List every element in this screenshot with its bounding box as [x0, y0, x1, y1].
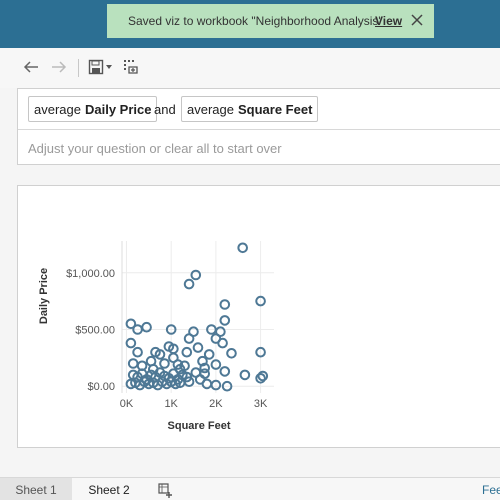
question-input-placeholder[interactable]: Adjust your question or clear all to sta… — [28, 141, 282, 156]
scatter-point[interactable] — [181, 346, 193, 358]
duplicate-viz-icon[interactable] — [122, 57, 140, 77]
pill-prefix: average — [187, 101, 234, 117]
query-pill-square-feet[interactable]: average Square Feet — [181, 96, 319, 122]
scatter-point[interactable] — [257, 370, 269, 382]
scatter-point[interactable] — [237, 242, 248, 254]
x-tick-label: 3K — [254, 398, 268, 410]
save-toast: Saved viz to workbook "Neighborhood Anal… — [107, 4, 434, 38]
scatter-point[interactable] — [127, 358, 139, 369]
scatter-point[interactable] — [226, 348, 237, 359]
new-sheet-icon[interactable] — [156, 480, 174, 500]
scatter-point[interactable] — [141, 321, 152, 333]
query-pill-daily-price[interactable]: average Daily Price — [28, 96, 158, 122]
scatter-point[interactable] — [217, 337, 228, 349]
pill-field: Square Feet — [237, 101, 313, 117]
toast-message: Saved viz to workbook "Neighborhood Anal… — [128, 14, 383, 28]
tab-sheet-1[interactable]: Sheet 1 — [0, 478, 72, 500]
top-bar: Saved viz to workbook "Neighborhood Anal… — [0, 0, 500, 48]
y-axis-ticks: $0.00 $500.00 $1,000.00 — [66, 268, 115, 393]
scatter-point[interactable] — [168, 352, 179, 364]
scatter-point[interactable] — [159, 358, 170, 369]
y-tick-label: $500.00 — [75, 324, 115, 336]
x-axis-title: Square Feet — [168, 420, 231, 432]
close-icon[interactable] — [409, 12, 425, 28]
x-tick-label: 0K — [120, 398, 134, 410]
scatter-chart: 0K 1K 2K 3K $0.00 $500.00 $1,000.00 Square Fe… — [38, 241, 274, 432]
question-row: average Daily Price and average Square F… — [18, 89, 500, 130]
scatter-point[interactable] — [219, 366, 231, 377]
save-icon[interactable] — [87, 57, 105, 77]
feedback-link[interactable]: Fee — [482, 483, 500, 497]
scatter-point[interactable] — [132, 346, 143, 358]
scatter-point[interactable] — [183, 333, 195, 344]
question-box: average Daily Price and average Square F… — [17, 88, 500, 165]
sheet-tabs-bar: Sheet 1 Sheet 2 Fee — [0, 477, 500, 500]
chart-points — [125, 242, 269, 392]
toolbar-divider — [78, 59, 79, 77]
forward-arrow-icon[interactable] — [50, 57, 68, 77]
pill-field: Daily Price — [84, 101, 152, 117]
scatter-point[interactable] — [183, 278, 195, 290]
scatter-point[interactable] — [239, 369, 251, 381]
x-axis-ticks: 0K 1K 2K 3K — [120, 398, 268, 410]
x-tick-label: 2K — [209, 398, 223, 410]
toolbar — [0, 48, 500, 88]
toast-view-link[interactable]: View — [375, 14, 402, 28]
scatter-point[interactable] — [219, 315, 231, 326]
query-conjunction: and — [154, 102, 176, 117]
x-tick-label: 1K — [164, 398, 178, 410]
dropdown-caret-icon[interactable] — [105, 57, 113, 77]
y-axis-title: Daily Price — [38, 268, 50, 324]
tab-sheet-2[interactable]: Sheet 2 — [74, 478, 144, 500]
scatter-point[interactable] — [125, 337, 137, 349]
scatter-point[interactable] — [192, 342, 204, 353]
scatter-point[interactable] — [201, 378, 213, 390]
scatter-point[interactable] — [219, 299, 231, 310]
back-arrow-icon[interactable] — [22, 57, 40, 77]
viz-container: 0K 1K 2K 3K $0.00 $500.00 $1,000.00 Square Fe… — [17, 185, 500, 448]
pill-prefix: average — [34, 101, 81, 117]
y-tick-label: $1,000.00 — [66, 268, 115, 280]
scatter-point[interactable] — [190, 269, 202, 281]
y-tick-label: $0.00 — [87, 381, 115, 393]
scatter-point[interactable] — [145, 355, 157, 367]
